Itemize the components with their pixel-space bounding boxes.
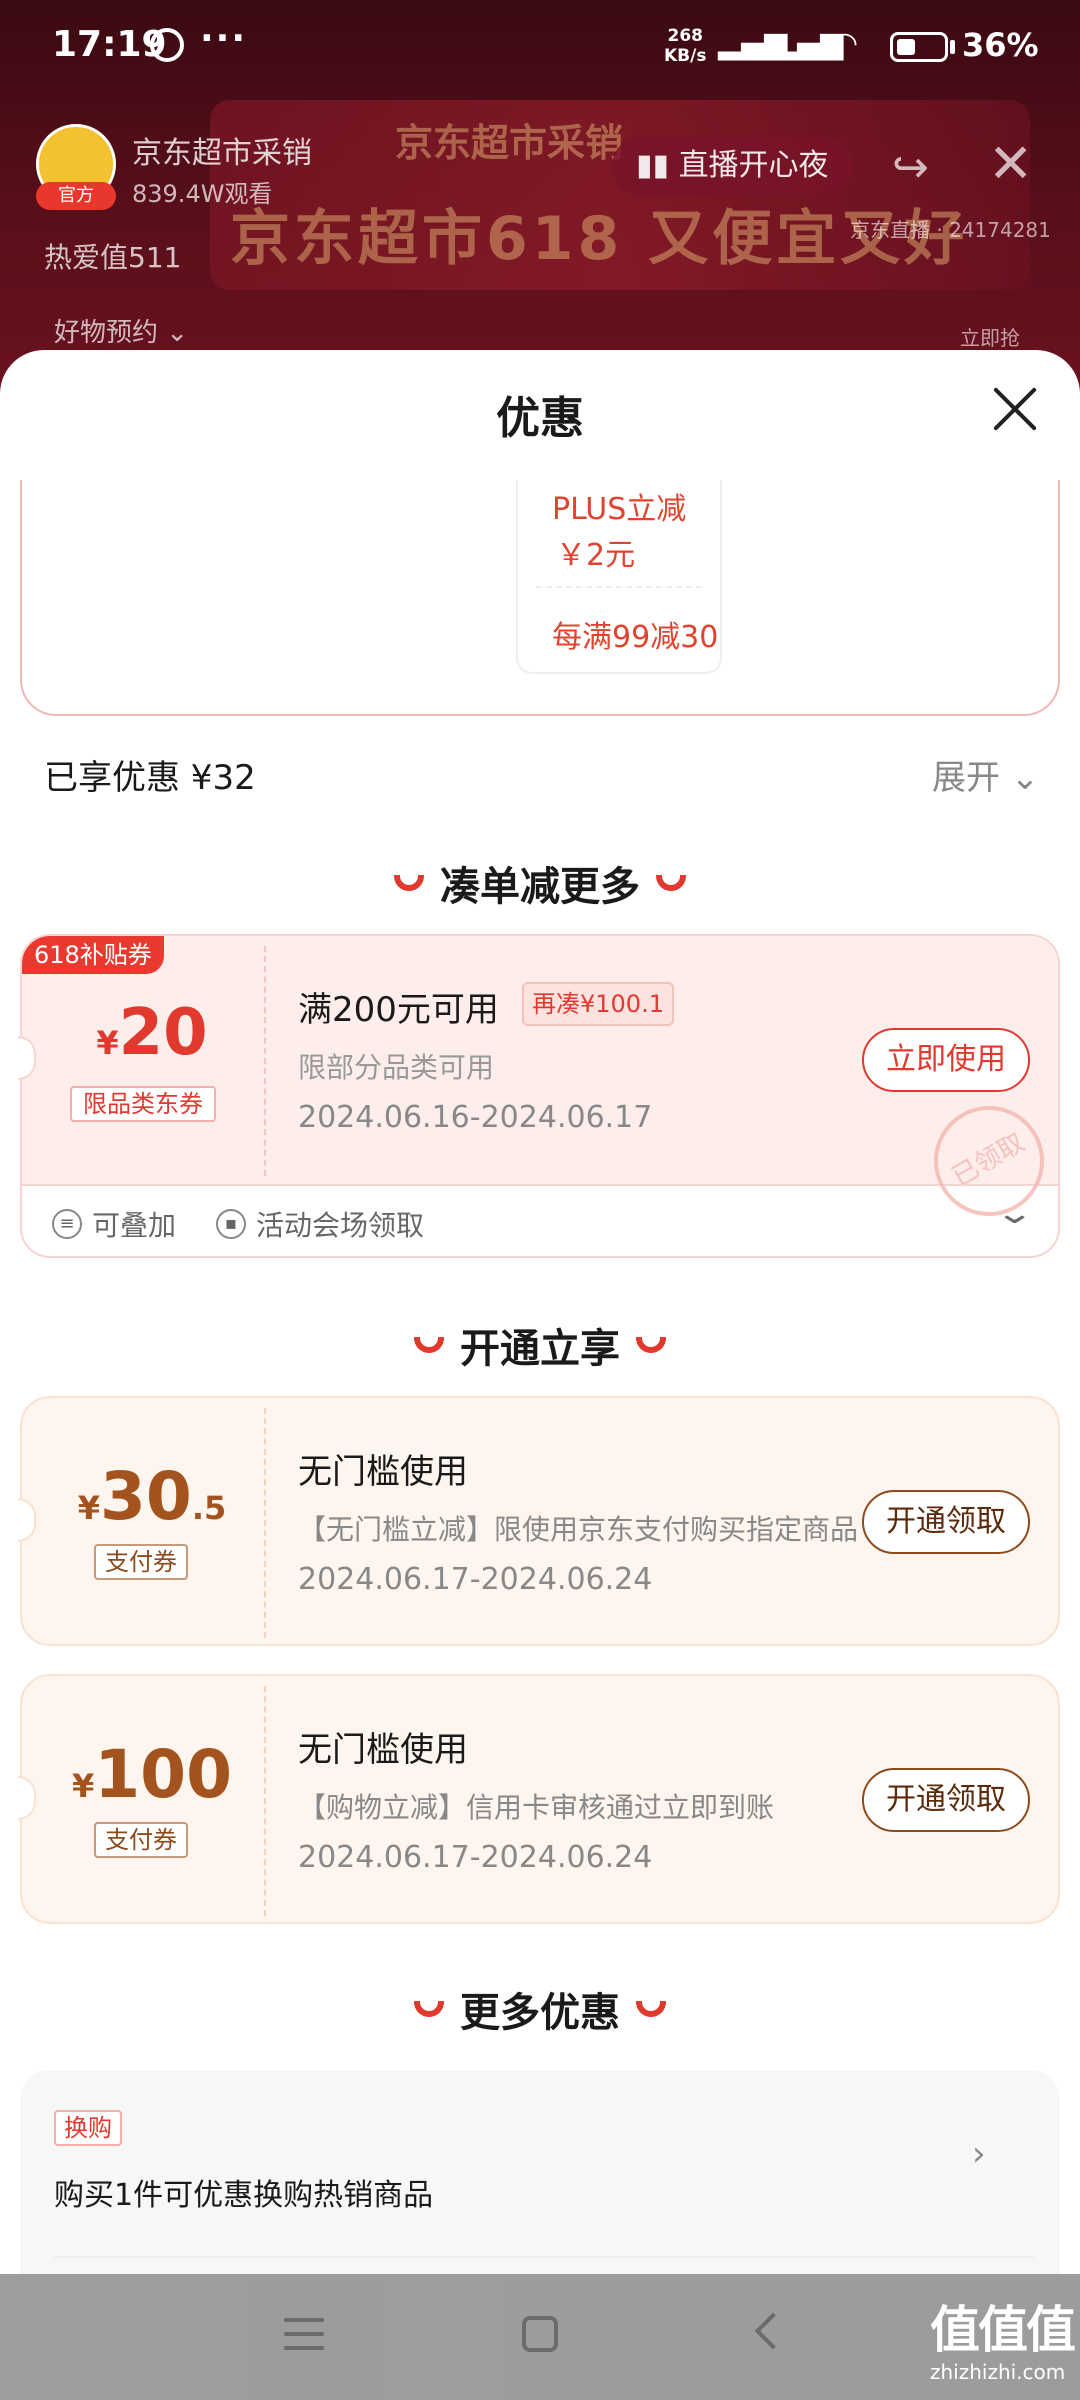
section-title: 凑单减更多: [440, 864, 640, 910]
activate-claim-button[interactable]: 开通领取: [862, 1768, 1030, 1832]
source-label: 活动会场领取: [256, 1209, 425, 1242]
discount-sheet: 优惠 PLUS立减 ￥2元 每满99减30 已享优惠 ¥32 展开 ⌄ 凑单减更…: [0, 350, 1080, 2274]
coupon-amount: ¥30.5: [62, 1458, 242, 1535]
coupon-divider: [264, 1686, 266, 1916]
chevron-right-icon[interactable]: ›: [972, 2134, 986, 2174]
amount-value: 30: [99, 1458, 192, 1535]
smile-decoration-icon: [414, 1337, 444, 1353]
coupon-type-badge: 支付券: [94, 1544, 188, 1580]
stackable-label: 可叠加: [92, 1209, 177, 1242]
wifi-icon: ◠: [832, 26, 859, 61]
stackable-icon: ≡: [52, 1209, 82, 1239]
banner-subtitle: 京东超市采销: [395, 121, 624, 165]
viewer-count: 839.4W观看: [132, 180, 273, 208]
smile-decoration-icon: [656, 875, 686, 891]
pay-coupon[interactable]: ¥30.5 支付券 无门槛使用 【无门槛立减】限使用京东支付购买指定商品 202…: [18, 1396, 1060, 1646]
expand-button[interactable]: 展开 ⌄: [932, 750, 1039, 799]
claimed-stamp: 已领取: [913, 1085, 1065, 1237]
coupon-type-badge: 限品类东券: [70, 1086, 216, 1122]
status-bar: 17:19 ··· 268 KB/s ▂▄▆ ▂▄▆ ◠ 36%: [0, 0, 1080, 96]
coupon-notch: [18, 1036, 36, 1080]
currency-symbol: ¥: [77, 1489, 100, 1527]
coupon-validity: 2024.06.17-2024.06.24: [298, 1840, 653, 1875]
currency-symbol: ¥: [96, 1024, 119, 1062]
coupon-type-badge: 支付券: [94, 1822, 188, 1858]
network-speed-unit: KB/s: [664, 46, 707, 66]
coupon-divider: [264, 1408, 266, 1638]
plus-discount-amount: ￥2元: [556, 538, 636, 573]
goods-reserve-link[interactable]: 好物预约 ⌄: [54, 312, 188, 349]
home-icon[interactable]: [522, 2316, 558, 2352]
battery-percent: 36%: [962, 26, 1039, 64]
smile-decoration-icon: [414, 2001, 444, 2017]
share-icon[interactable]: ↪: [892, 142, 929, 193]
network-speed-value: 268: [667, 26, 703, 46]
room-id: 京东直播 · 24174281: [850, 218, 1051, 242]
watermark-logo: 值值值: [930, 2301, 1076, 2359]
close-icon[interactable]: [980, 374, 1050, 444]
section-title: 开通立享: [460, 1326, 620, 1372]
section-title: 更多优惠: [460, 1990, 620, 2036]
enjoyed-discount: 已享优惠 ¥32: [44, 758, 256, 798]
battery-cap: [950, 40, 955, 54]
coupon-divider: [264, 946, 266, 1176]
swap-offer-card[interactable]: 换购 购买1件可优惠换购热销商品 ›: [20, 2070, 1060, 2274]
coupon-tag: 618补贴券: [22, 936, 164, 974]
battery-icon: [890, 32, 948, 62]
coupon-condition: 满200元可用: [298, 990, 499, 1030]
coupon-notch: [18, 1776, 36, 1820]
coupon-validity: 2024.06.17-2024.06.24: [298, 1562, 653, 1597]
smile-decoration-icon: [636, 1337, 666, 1353]
coupon-description: 【无门槛立减】限使用京东支付购买指定商品: [298, 1513, 858, 1546]
plus-discount-label: PLUS立减: [552, 492, 687, 527]
add-more-badge[interactable]: 再凑¥100.1: [522, 982, 674, 1026]
buy-now-label[interactable]: 立即抢: [960, 322, 1020, 351]
more-notifications-icon: ···: [200, 18, 248, 59]
official-badge: 官方: [36, 182, 116, 210]
currency-symbol: ¥: [71, 1767, 95, 1805]
coupon-description: 【购物立减】信用卡审核通过立即到账: [298, 1791, 775, 1824]
live-event-button[interactable]: ▮▮ 直播开心夜: [612, 136, 853, 196]
love-value[interactable]: 热爱值511: [44, 236, 181, 276]
pay-coupon[interactable]: ¥100 支付券 无门槛使用 【购物立减】信用卡审核通过立即到账 2024.06…: [18, 1674, 1060, 1924]
section-heading-more-offers: 更多优惠: [0, 1980, 1080, 2038]
amount-value: 20: [118, 996, 208, 1070]
live-event-label: 直播开心夜: [678, 148, 829, 183]
coupon-618[interactable]: 618补贴券 ¥20 限品类东券 满200元可用 再凑¥100.1 限部分品类可…: [18, 934, 1065, 1258]
smile-decoration-icon: [394, 875, 424, 891]
section-heading-more-items: 凑单减更多: [0, 854, 1080, 912]
back-icon[interactable]: [754, 2312, 792, 2350]
coupon-description: 限部分品类可用: [298, 1051, 495, 1084]
clock-icon: [150, 28, 184, 62]
sheet-title: 优惠: [496, 393, 584, 444]
swap-tag: 换购: [54, 2110, 122, 2146]
coupon-amount: ¥20: [62, 996, 242, 1070]
coupon-footer: ≡ 可叠加 ▪ 活动会场领取: [52, 1204, 424, 1244]
close-icon[interactable]: ✕: [988, 132, 1033, 195]
coupon-notch: [18, 1498, 36, 1542]
divider: [536, 586, 702, 588]
section-heading-open-now: 开通立享: [0, 1316, 1080, 1374]
coupon-condition: 无门槛使用: [298, 1452, 468, 1492]
smile-decoration-icon: [636, 2001, 666, 2017]
amount-value: 100: [94, 1736, 233, 1813]
full-reduction-label: 每满99减30: [552, 620, 719, 655]
coupon-amount: ¥100: [62, 1736, 242, 1813]
swap-offer-text: 购买1件可优惠换购热销商品: [54, 2178, 434, 2213]
use-now-button[interactable]: 立即使用: [862, 1028, 1030, 1092]
menu-icon[interactable]: [284, 2318, 324, 2354]
navigation-bar: 值值值 zhizhizhi.com: [0, 2274, 1080, 2400]
coupon-validity: 2024.06.16-2024.06.17: [298, 1100, 653, 1135]
amount-decimal: .5: [191, 1489, 227, 1527]
network-speed: 268 KB/s: [664, 26, 706, 66]
coupon-body: 618补贴券 ¥20 限品类东券 满200元可用 再凑¥100.1 限部分品类可…: [18, 936, 1065, 1237]
watermark-url: zhizhizhi.com: [930, 2360, 1066, 2384]
activate-claim-button[interactable]: 开通领取: [862, 1490, 1030, 1554]
host-name[interactable]: 京东超市采销: [132, 128, 312, 172]
live-stream-background: 京东超市采销 京东超市618 又便宜又好 17:19 ··· 268 KB/s …: [0, 0, 1080, 400]
chevron-down-icon[interactable]: ⌄: [994, 1196, 1034, 1231]
divider: [54, 2256, 1034, 2258]
coupon-condition: 无门槛使用: [298, 1730, 468, 1770]
venue-icon: ▪: [216, 1209, 247, 1239]
